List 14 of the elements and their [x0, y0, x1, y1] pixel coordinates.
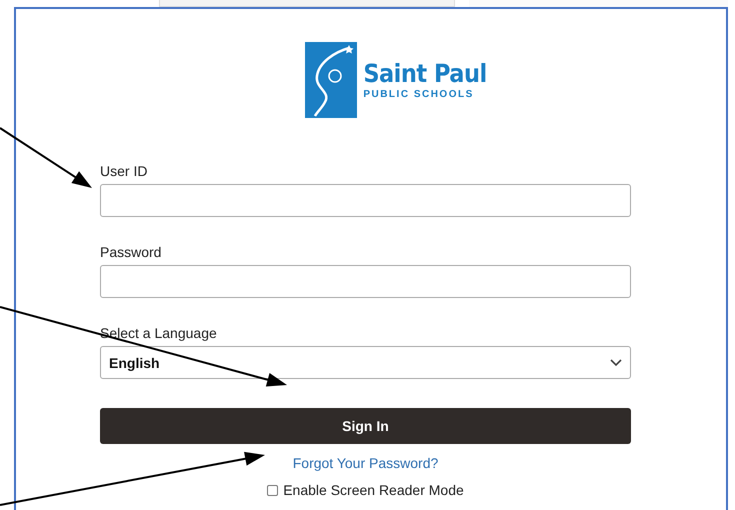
logo-icon [305, 42, 358, 118]
field-label: User ID [100, 163, 148, 179]
field-label: Password [100, 244, 162, 260]
forgot-password-link[interactable]: Forgot Your Password? [292, 455, 438, 471]
checkbox[interactable] [267, 484, 278, 496]
language-select[interactable]: English [100, 346, 631, 379]
checkbox-label: Enable Screen Reader Mode [283, 482, 464, 498]
logo-title: Saint Paul [363, 60, 487, 88]
user-id-field[interactable] [100, 184, 631, 217]
logo-subtitle: PUBLIC SCHOOLS [363, 88, 475, 100]
sign-in-button[interactable]: Sign In [100, 408, 631, 444]
field-label: Select a Language [100, 325, 218, 341]
password-field[interactable] [100, 265, 631, 298]
chevron-down-icon [610, 358, 622, 366]
